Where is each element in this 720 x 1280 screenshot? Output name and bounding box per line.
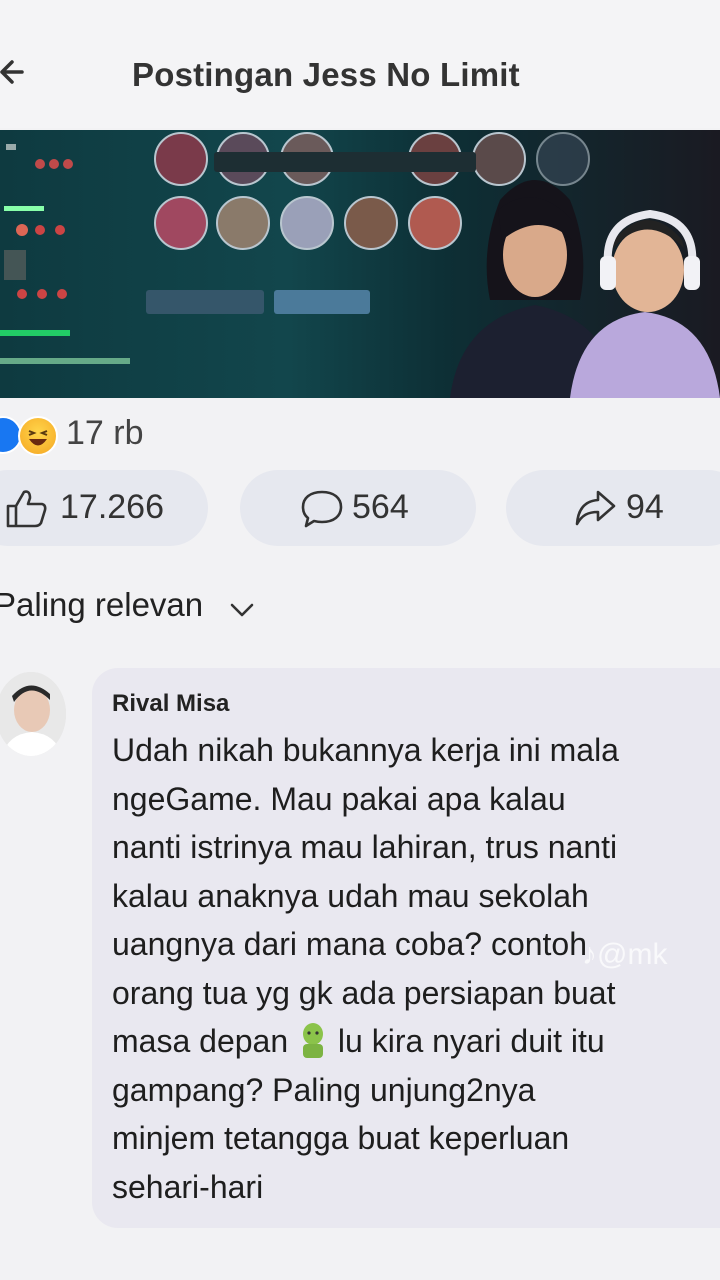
comment-line-part: masa depan	[112, 1023, 289, 1059]
reactions-summary[interactable]: 17 rb	[0, 410, 300, 456]
game-show-button	[274, 290, 370, 314]
comment-line: nanti istrinya mau lahiran, trus nanti	[112, 829, 618, 865]
person-man	[570, 209, 720, 398]
like-button[interactable]: 17.266	[0, 470, 208, 546]
nauseated-face-icon	[303, 1023, 324, 1058]
comment-sort-label[interactable]: Paling relevan	[0, 586, 203, 624]
profile-photo	[0, 672, 66, 756]
top-bar: Postingan Jess No Limit	[0, 0, 720, 128]
thumbs-up-icon	[6, 490, 47, 528]
comment-line: gampang? Paling unjung2nya	[112, 1071, 536, 1108]
tiktok-watermark: ♪@mk	[582, 938, 668, 971]
game-stat-box	[146, 290, 264, 314]
share-button[interactable]: 94	[506, 470, 720, 546]
comment-line: sehari-hari	[112, 1168, 264, 1205]
comment-line: minjem tetangga buat keperluan	[112, 1120, 570, 1156]
comment-line-part: lu kira nyari duit itu	[337, 1023, 605, 1059]
comment-bubble-icon	[301, 490, 343, 528]
game-tooltip	[214, 152, 476, 172]
reaction-count: 17 rb	[66, 414, 144, 452]
comment-line: ngeGame. Mau pakai apa kalau	[112, 780, 566, 817]
hero-avatar	[280, 196, 334, 250]
share-count: 94	[626, 488, 664, 526]
back-arrow-icon[interactable]	[0, 52, 36, 92]
comment-line: kalau anaknya udah mau sekolah	[112, 877, 589, 914]
game-hud-overlay	[0, 144, 130, 364]
comment-button[interactable]: 564	[240, 470, 476, 546]
post-media-thumbnail[interactable]	[0, 130, 720, 398]
like-count: 17.266	[60, 488, 164, 526]
hero-avatar	[344, 196, 398, 250]
comment-line: Udah nikah bukannya kerja ini mala	[112, 732, 619, 768]
avatar[interactable]	[0, 672, 66, 756]
comment-line: orang tua yg gk ada persiapan buat	[112, 974, 616, 1011]
share-arrow-icon	[575, 490, 616, 526]
comment-count: 564	[352, 488, 409, 526]
hero-avatar	[154, 196, 208, 250]
chevron-down-icon[interactable]	[226, 594, 258, 626]
comment-line-with-emoji: masa depan lu kira nyari duit itu	[112, 1017, 712, 1066]
hero-avatar	[154, 132, 208, 186]
haha-reaction-icon	[18, 416, 58, 456]
hero-avatar	[216, 196, 270, 250]
comment-author[interactable]: Rival Misa	[112, 690, 229, 718]
page-title: Postingan Jess No Limit	[132, 56, 520, 93]
